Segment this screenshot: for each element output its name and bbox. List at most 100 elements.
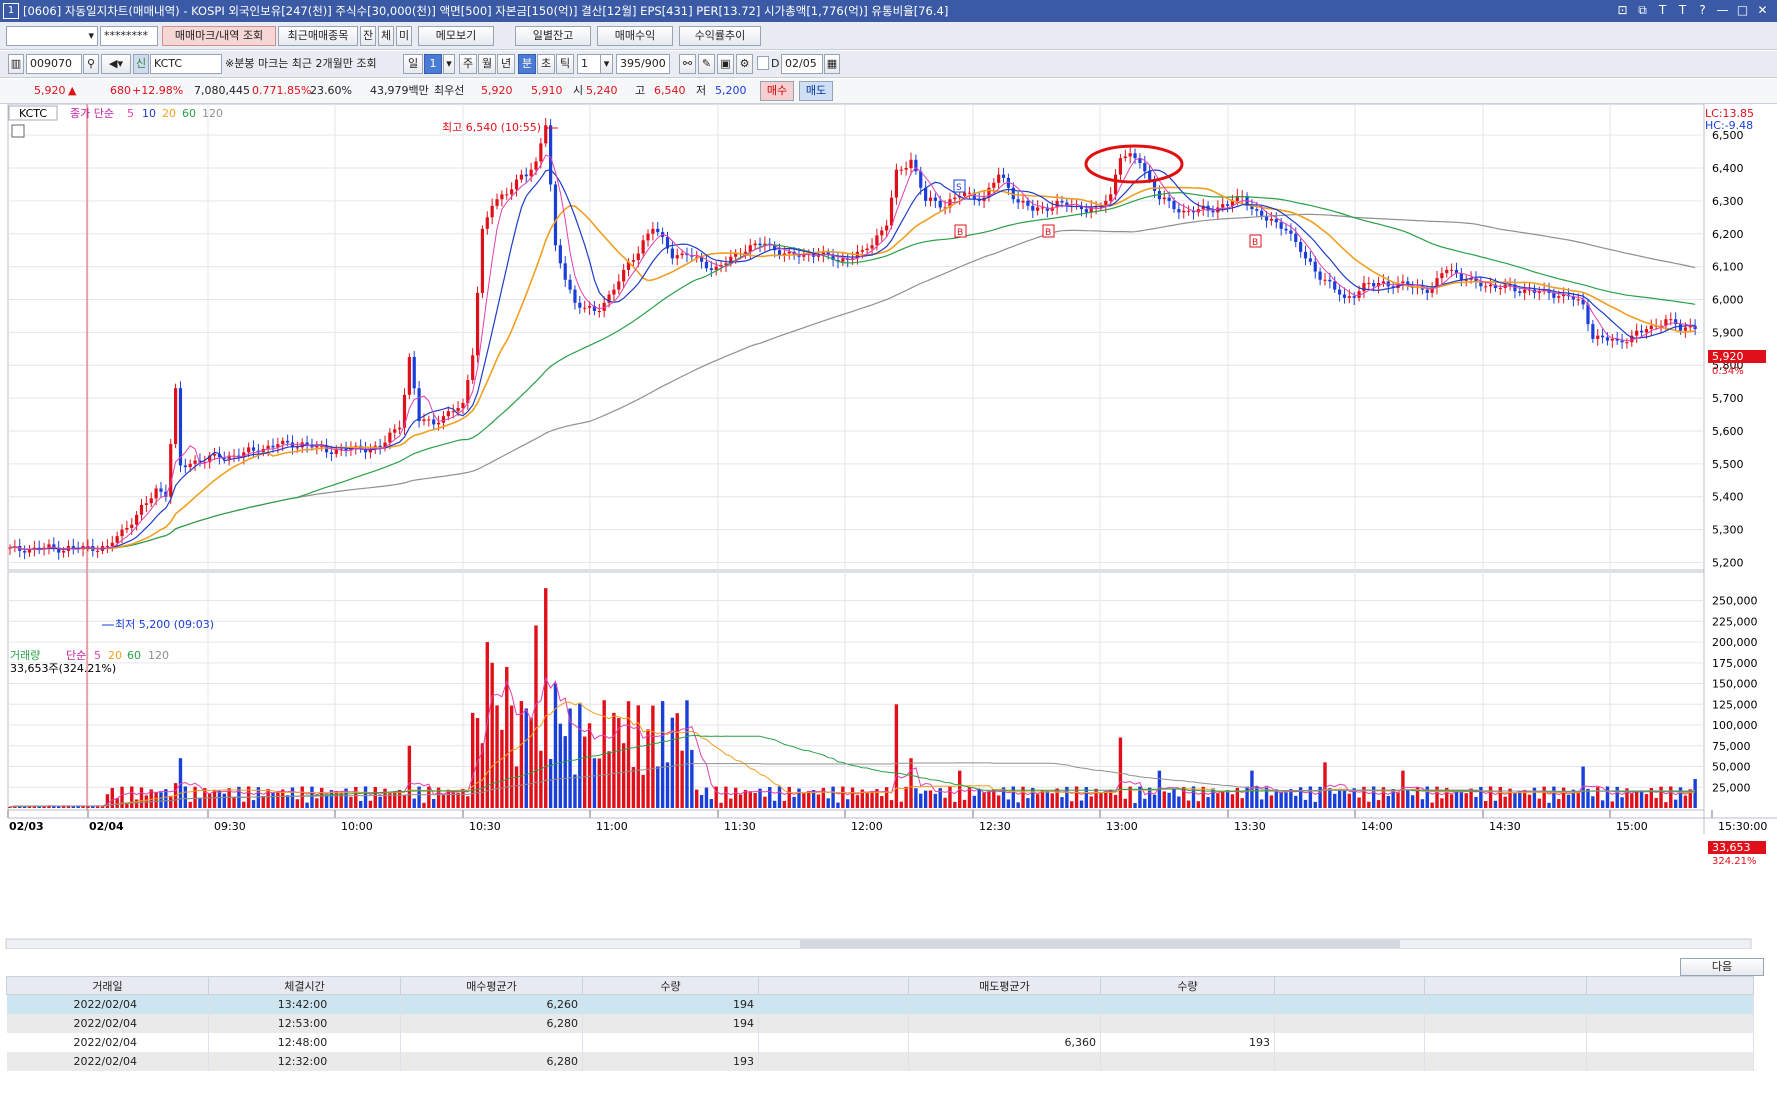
help-icon[interactable]: ? <box>1694 2 1711 19</box>
volume-bar <box>1230 794 1235 808</box>
volume-bar <box>592 758 597 808</box>
candle-body <box>631 260 636 262</box>
volume-bar <box>1542 786 1546 808</box>
window-copy-icon[interactable]: ⧉ <box>1634 2 1651 19</box>
trade-profit-button[interactable]: 매매수익 <box>597 26 673 46</box>
daily-balance-button[interactable]: 일별잔고 <box>515 26 591 46</box>
volume-bar <box>656 766 660 808</box>
calendar-icon[interactable]: ▦ <box>824 54 840 74</box>
draw-icon[interactable]: ✎ <box>698 54 715 74</box>
tile-icon[interactable]: ⊡ <box>1614 2 1631 19</box>
candle-body <box>1289 230 1293 234</box>
volume-bar <box>1323 762 1327 808</box>
candle-body <box>714 266 718 270</box>
candle-body <box>1610 338 1614 341</box>
volume-bar <box>183 786 188 808</box>
candle-body <box>1313 261 1317 272</box>
indicator-icon[interactable]: ⚯ <box>679 54 696 74</box>
volume-bar <box>845 799 850 808</box>
minimize-icon[interactable]: — <box>1714 2 1731 19</box>
candle-body <box>938 200 942 208</box>
period-minute-button[interactable]: 분 <box>518 54 536 74</box>
candle-body <box>169 444 173 497</box>
chevron-down-icon[interactable]: ▾ <box>443 54 455 74</box>
table-cell <box>1274 1051 1425 1071</box>
volume-bar <box>914 788 918 808</box>
volume-bar <box>1079 800 1084 808</box>
table-cell <box>908 1051 1101 1071</box>
volume-bar <box>1162 791 1166 808</box>
time-tick: 13:30 <box>1234 820 1266 833</box>
candle-body <box>841 258 845 262</box>
period-tick-button[interactable]: 틱 <box>556 54 574 74</box>
filled-button[interactable]: 체 <box>378 26 394 46</box>
volume-bar <box>207 793 212 808</box>
window-controls: ⊡ ⧉ T T ? — □ ✕ <box>1614 2 1771 19</box>
volume-bar <box>943 797 947 808</box>
next-button[interactable]: 다음 <box>1680 958 1764 976</box>
unfilled-button[interactable]: 미 <box>396 26 412 46</box>
recent-stock-button[interactable]: 최근매매종목 <box>278 26 358 46</box>
interval-chevron-icon[interactable]: ▾ <box>600 54 613 74</box>
date-checkbox[interactable] <box>757 56 769 70</box>
stock-code-input[interactable]: 009070 <box>26 54 82 74</box>
close-icon[interactable]: ✕ <box>1754 2 1771 19</box>
account-select[interactable]: ▾ <box>6 26 98 46</box>
table-cell: 13:42:00 <box>208 994 401 1014</box>
save-icon[interactable]: ▣ <box>717 54 734 74</box>
volume-bar <box>1406 789 1410 808</box>
search-icon[interactable]: ⚲ <box>83 54 99 74</box>
bar-count-field[interactable]: 395/900 <box>616 54 670 74</box>
period-year-button[interactable]: 년 <box>497 54 515 74</box>
period-month-button[interactable]: 월 <box>478 54 496 74</box>
volume-bar <box>378 796 382 808</box>
speaker-icon[interactable]: ◀▾ <box>101 54 131 74</box>
period-week-button[interactable]: 주 <box>459 54 477 74</box>
volume-tick: 150,000 <box>1712 678 1758 691</box>
volume-bar <box>1620 797 1624 808</box>
candle-body <box>1445 269 1449 274</box>
volume-bar <box>699 795 704 808</box>
volume-bar <box>1459 791 1464 808</box>
font-down-icon[interactable]: T <box>1674 2 1691 19</box>
memo-button[interactable]: 메모보기 <box>418 26 494 46</box>
chart-area[interactable]: 6,5006,4006,3006,2006,1006,0005,9005,800… <box>0 104 1777 949</box>
buy-button[interactable]: 매수 <box>760 81 794 101</box>
volume-bar <box>52 806 56 808</box>
period-number-select[interactable]: 1 <box>424 54 442 74</box>
volume-summary: 33,653주(324.21%) <box>10 662 116 675</box>
volume-bar <box>889 800 894 808</box>
font-up-icon[interactable]: T <box>1654 2 1671 19</box>
volume-tick: 200,000 <box>1712 636 1758 649</box>
table-cell <box>1424 1051 1587 1071</box>
candle-body <box>480 228 485 293</box>
sell-button[interactable]: 매도 <box>799 81 833 101</box>
period-day-button[interactable]: 일 <box>403 54 423 74</box>
password-field[interactable]: ******** <box>100 26 158 46</box>
open-price: 5,240 <box>586 84 618 97</box>
gear-icon[interactable]: ⚙ <box>736 54 753 74</box>
time-tick: 10:30 <box>469 820 501 833</box>
table-cell <box>1424 1013 1587 1033</box>
volume-bar <box>972 795 977 808</box>
candle-body <box>1372 283 1376 287</box>
table-row[interactable]: 2022/02/04 13:42:00 6,260 194 <box>6 994 1754 1014</box>
table-row[interactable]: 2022/02/04 12:32:00 6,280 193 <box>6 1051 1754 1071</box>
scroll-thumb[interactable] <box>800 940 1400 948</box>
volume-bar <box>1518 791 1522 808</box>
table-row[interactable]: 2022/02/04 12:53:00 6,280 194 <box>6 1013 1754 1033</box>
period-second-button[interactable]: 초 <box>537 54 555 74</box>
layout-icon[interactable]: ▥ <box>8 54 24 74</box>
table-row[interactable]: 2022/02/04 12:48:00 6,360 193 <box>6 1032 1754 1052</box>
volume-bar <box>1045 790 1050 808</box>
table-view-icon[interactable] <box>11 124 25 138</box>
balance-button[interactable]: 잔 <box>360 26 376 46</box>
toolbar-account: ▾ ******** 매매마크/내역 조회 최근매매종목 잔 체 미 메모보기 … <box>0 22 1777 50</box>
volume-bar <box>695 789 699 808</box>
volume-bar <box>651 705 655 808</box>
candle-body <box>889 197 894 226</box>
return-trend-button[interactable]: 수익률추이 <box>679 26 761 46</box>
maximize-icon[interactable]: □ <box>1734 2 1751 19</box>
date-input[interactable]: 02/05 <box>781 54 823 74</box>
trade-mark-query-button[interactable]: 매매마크/내역 조회 <box>162 26 276 46</box>
